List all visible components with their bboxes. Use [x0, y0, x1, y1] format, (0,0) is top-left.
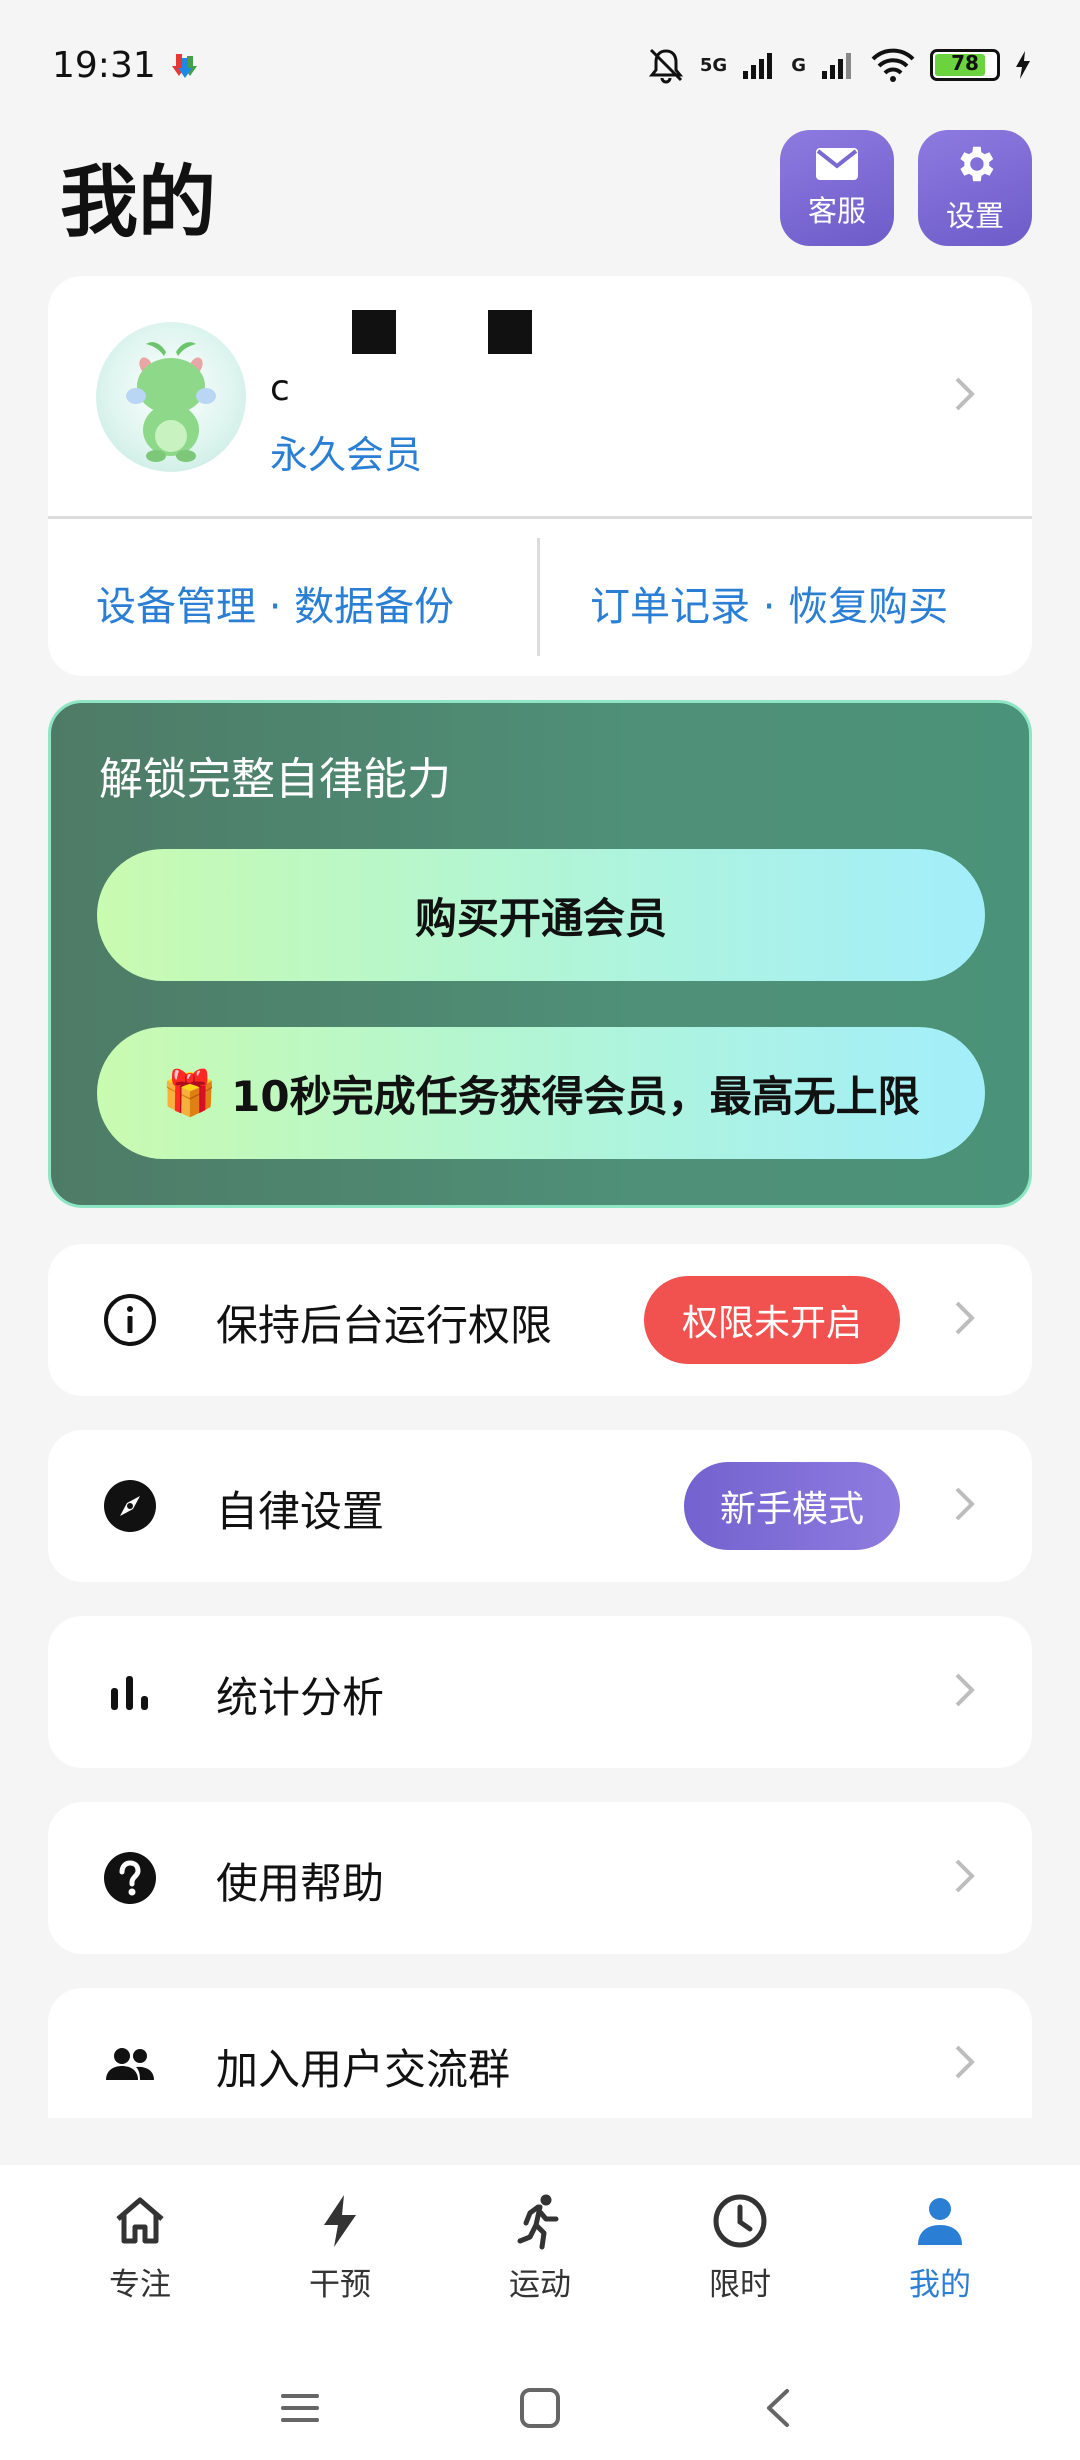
nav-focus[interactable]: 专注	[60, 2165, 220, 2355]
status-left: 19:31	[52, 45, 200, 86]
menu-item-label: 使用帮助	[216, 1859, 385, 1908]
status-right: 5G G 78	[646, 45, 1032, 85]
clock-icon	[713, 2194, 767, 2248]
chevron-right-icon	[955, 1487, 975, 1521]
group-icon	[106, 2048, 154, 2080]
profile-header[interactable]: c 永久会员	[48, 276, 1032, 516]
battery-level: 78	[951, 51, 979, 75]
bottom-navigation: 专注 干预 运动 限时 我的	[0, 2165, 1080, 2355]
wifi-icon	[871, 48, 915, 82]
customer-service-label: 客服	[807, 194, 866, 228]
person-icon	[918, 2198, 962, 2245]
buy-membership-label: 购买开通会员	[414, 893, 667, 943]
device-backup-link[interactable]: 设备管理 · 数据备份	[96, 574, 454, 632]
menu-item-label: 统计分析	[216, 1673, 385, 1722]
home-square-icon[interactable]	[517, 2385, 563, 2431]
nav-time-limit[interactable]: 限时	[660, 2165, 820, 2355]
nav-exercise[interactable]: 运动	[460, 2165, 620, 2355]
menu-item-discipline-settings[interactable]: 自律设置 新手模式	[48, 1430, 1032, 1582]
signal-icon	[743, 53, 773, 79]
orders-restore-link[interactable]: 订单记录 · 恢复购买	[590, 574, 948, 632]
permission-status-badge: 权限未开启	[644, 1276, 900, 1364]
chevron-right-icon	[955, 1673, 975, 1707]
chevron-right-icon	[955, 1859, 975, 1893]
signal-icon-2	[822, 53, 851, 79]
compass-icon	[104, 1480, 156, 1532]
redacted-block	[352, 310, 396, 354]
chevron-right-icon	[955, 1301, 975, 1335]
system-navigation-bar	[0, 2355, 1080, 2460]
profile-card: c 永久会员 设备管理 · 数据备份 订单记录 · 恢复购买	[48, 276, 1032, 676]
buy-membership-button[interactable]: 购买开通会员	[97, 849, 985, 981]
settings-button[interactable]: 设置	[918, 130, 1032, 246]
battery-icon: 78	[930, 49, 1000, 81]
help-icon	[104, 1852, 156, 1904]
redacted-block	[488, 310, 532, 354]
menu-item-help[interactable]: 使用帮助	[48, 1802, 1032, 1954]
bolt-icon	[324, 2195, 356, 2247]
membership-label: 永久会员	[270, 433, 423, 477]
status-bar: 19:31 5G G 78	[0, 0, 1080, 130]
nav-label: 运动	[509, 2267, 571, 2303]
chevron-right-icon	[955, 2045, 975, 2079]
menu-item-label: 自律设置	[216, 1487, 385, 1536]
divider	[48, 516, 1032, 519]
gift-icon: 🎁	[162, 1068, 218, 1119]
membership-promo-card: 解锁完整自律能力 购买开通会员 🎁 10秒完成任务获得会员，最高无上限	[48, 700, 1032, 1208]
charging-icon	[1016, 51, 1030, 79]
bar-chart-icon	[111, 1676, 148, 1710]
task-reward-label: 10秒完成任务获得会员，最高无上限	[231, 1071, 920, 1121]
network-label-1: 5G	[699, 54, 728, 76]
nav-label: 我的	[909, 2267, 971, 2303]
chevron-right-icon	[955, 377, 975, 411]
nav-label: 干预	[309, 2267, 371, 2303]
info-icon	[104, 1294, 156, 1346]
page-title: 我的	[60, 158, 217, 248]
avatar[interactable]	[96, 322, 246, 472]
promo-title: 解锁完整自律能力	[99, 754, 451, 805]
network-label-2: G	[791, 54, 806, 76]
menu-item-label: 加入用户交流群	[216, 2045, 511, 2094]
home-icon	[116, 2197, 164, 2244]
nav-label: 专注	[109, 2267, 171, 2303]
mail-icon	[816, 148, 858, 180]
task-reward-button[interactable]: 🎁 10秒完成任务获得会员，最高无上限	[97, 1027, 985, 1159]
back-icon[interactable]	[757, 2385, 803, 2431]
settings-label: 设置	[945, 199, 1004, 233]
menu-icon[interactable]	[277, 2388, 323, 2428]
menu-item-join-group[interactable]: 加入用户交流群	[48, 1988, 1032, 2118]
vertical-divider	[537, 538, 540, 656]
download-arrows-icon	[171, 54, 197, 78]
run-icon	[517, 2194, 559, 2250]
gear-icon	[960, 146, 994, 182]
menu-item-label: 保持后台运行权限	[216, 1301, 553, 1350]
nav-label: 限时	[709, 2267, 771, 2303]
dragon-mascot-icon	[126, 342, 216, 462]
status-time: 19:31	[52, 44, 156, 86]
bell-off-icon	[648, 48, 684, 84]
mode-badge: 新手模式	[684, 1462, 900, 1550]
nav-mine[interactable]: 我的	[860, 2165, 1020, 2355]
customer-service-button[interactable]: 客服	[780, 130, 894, 246]
menu-item-statistics[interactable]: 统计分析	[48, 1616, 1032, 1768]
menu-item-background-permission[interactable]: 保持后台运行权限 权限未开启	[48, 1244, 1032, 1396]
user-name: c	[270, 368, 290, 409]
nav-intervene[interactable]: 干预	[260, 2165, 420, 2355]
